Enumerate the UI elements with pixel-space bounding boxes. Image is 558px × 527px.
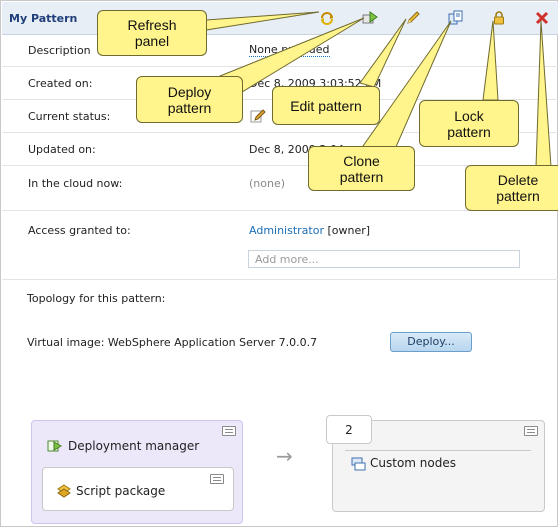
- callout-lock-pattern: Lock pattern: [419, 100, 519, 147]
- callout-refresh-panel: Refresh panel: [97, 10, 207, 56]
- callout-delete-pattern: Delete pattern: [465, 165, 558, 211]
- callout-edit-pattern: Edit pattern: [272, 86, 380, 125]
- callout-pointers: [205, 11, 552, 168]
- callout-deploy-pattern: Deploy pattern: [136, 76, 243, 123]
- callout-clone-pattern: Clone pattern: [308, 146, 415, 191]
